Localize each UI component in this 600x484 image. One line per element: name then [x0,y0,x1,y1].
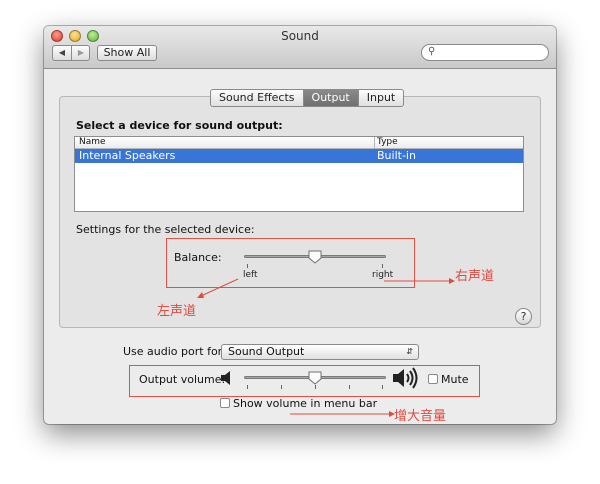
audio-port-popup[interactable]: Sound Output ⇵ [221,344,419,360]
show-all-button[interactable]: Show All [97,45,157,61]
volume-tick [349,385,350,389]
audio-port-value: Sound Output [228,345,305,358]
volume-slider-knob[interactable] [308,371,322,385]
sound-preferences-window: Sound ◀ ▶ Show All ⚲ Sound Effects Outpu… [44,26,556,424]
chevron-updown-icon: ⇵ [406,347,413,356]
output-device-table[interactable]: Name Type Internal Speakers Built-in [74,136,524,212]
balance-right-label: right [372,270,394,280]
window-title: Sound [281,29,319,43]
tab-input[interactable]: Input [359,90,403,106]
back-forward-control: ◀ ▶ [52,45,90,61]
column-header-type[interactable]: Type [374,137,398,148]
volume-tick [247,385,248,389]
balance-tick-left [247,264,248,268]
back-arrow-icon[interactable]: ◀ [53,46,72,60]
audio-port-label: Use audio port for: [123,345,226,358]
left-channel-annotation: 左声道 [157,304,197,319]
show-volume-label: Show volume in menu bar [233,397,378,410]
title-bar: Sound ◀ ▶ Show All ⚲ [44,26,556,69]
device-type-cell: Built-in [377,149,416,162]
speaker-high-icon[interactable] [392,367,420,389]
table-row[interactable]: Internal Speakers Built-in [75,149,523,163]
volume-tick [281,385,282,389]
increase-volume-annotation: 增大音量 [394,409,447,424]
forward-arrow-icon[interactable]: ▶ [72,46,90,60]
select-device-heading: Select a device for sound output: [76,119,283,132]
tab-sound-effects[interactable]: Sound Effects [211,90,304,106]
device-name-cell: Internal Speakers [79,149,176,162]
speaker-low-icon[interactable] [220,370,232,386]
balance-tick-right [382,264,383,268]
volume-tick [382,385,383,389]
show-volume-checkbox[interactable] [220,398,230,408]
tab-output[interactable]: Output [303,90,359,106]
mute-label: Mute [441,373,469,386]
right-channel-annotation: 右声道 [455,269,495,284]
search-field[interactable]: ⚲ [421,44,549,61]
balance-label: Balance: [174,251,222,264]
settings-heading: Settings for the selected device: [76,223,255,236]
mute-checkbox[interactable] [428,374,438,384]
tab-bar: Sound Effects Output Input [210,89,405,107]
balance-slider-knob[interactable] [308,250,322,264]
column-header-name[interactable]: Name [79,137,106,148]
search-icon: ⚲ [428,46,436,57]
table-header: Name Type [75,137,523,149]
output-volume-label: Output volume: [139,373,226,386]
help-button[interactable]: ? [515,308,532,325]
volume-tick [315,385,316,389]
balance-left-label: left [243,270,258,280]
